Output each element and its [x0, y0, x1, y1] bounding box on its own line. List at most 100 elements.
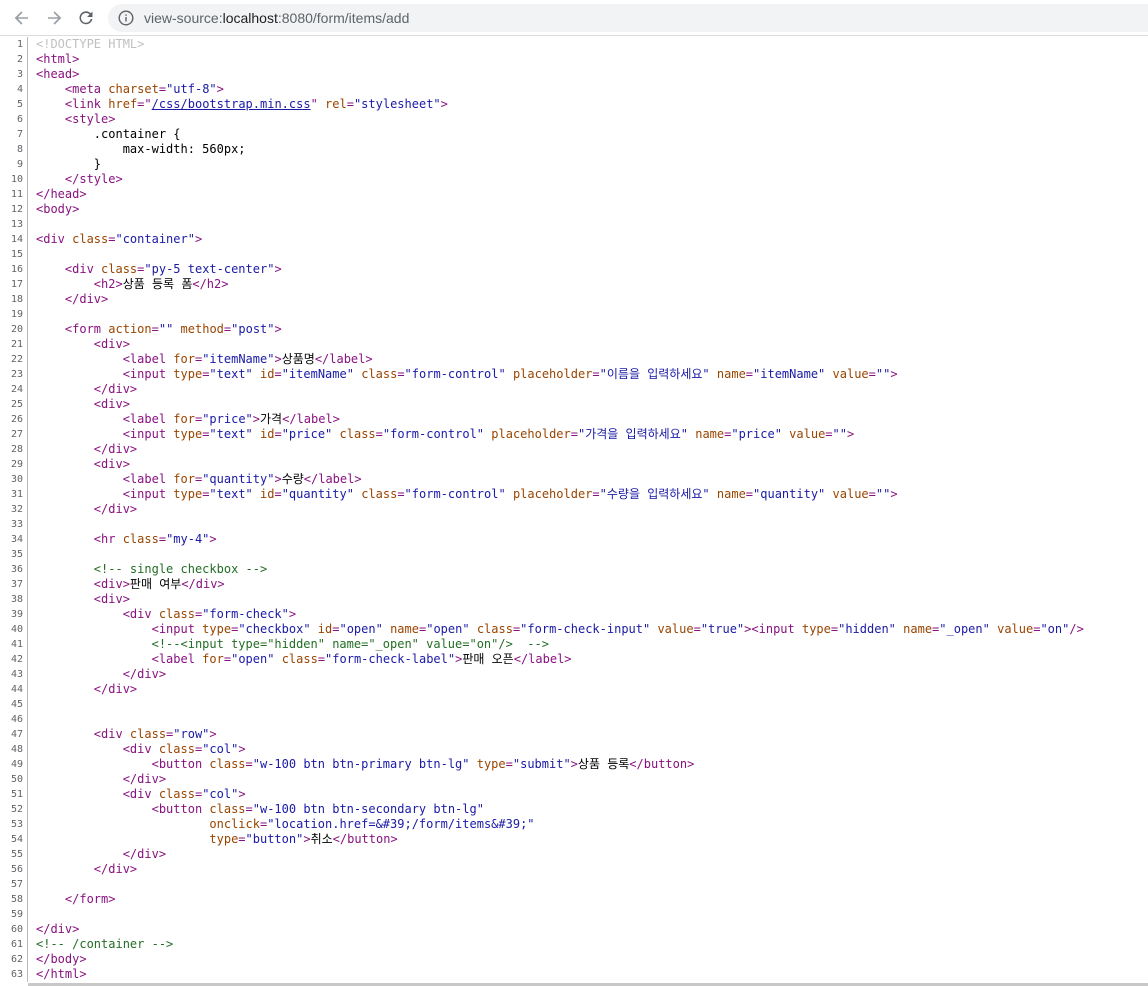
line-number: 1 [0, 37, 28, 52]
line-code: <div> [28, 397, 130, 412]
source-line: 40 <input type="checkbox" id="open" name… [0, 622, 1148, 637]
forward-button[interactable] [42, 6, 66, 30]
line-number: 14 [0, 232, 28, 247]
code-token-tag: </div> [122, 847, 167, 861]
source-line: 13 [0, 217, 1148, 232]
line-number: 39 [0, 607, 28, 622]
code-token-attr: type [173, 367, 203, 381]
line-code: <form action="" method="post"> [28, 322, 282, 337]
line-number: 24 [0, 382, 28, 397]
line-number: 40 [0, 622, 28, 637]
line-code: <hr class="my-4"> [28, 532, 217, 547]
code-token-attr: method [180, 322, 224, 336]
source-line: 30 <label for="quantity">수량</label> [0, 472, 1148, 487]
source-line: 54 type="button">취소</button> [0, 832, 1148, 847]
code-token-tag: = [274, 367, 282, 381]
source-line: 57 [0, 877, 1148, 892]
code-token-tag: <div> [93, 577, 130, 591]
line-number: 35 [0, 547, 28, 562]
line-number: 12 [0, 202, 28, 217]
code-token-tag: = [825, 427, 833, 441]
reload-button[interactable] [74, 6, 98, 30]
source-line: 11 </head> [0, 187, 1148, 202]
line-number: 63 [0, 967, 28, 982]
code-token-tag: </label> [303, 472, 362, 486]
line-number: 11 [0, 187, 28, 202]
code-token-tag: <div [64, 262, 102, 276]
code-token-tag: = [570, 427, 578, 441]
line-number: 28 [0, 442, 28, 457]
code-token-tag: =" [137, 97, 152, 111]
code-token-val: "py-5 text-center" [144, 262, 275, 276]
code-token-tag: </div> [36, 922, 80, 936]
code-token-link[interactable]: /css/bootstrap.min.css [152, 97, 311, 111]
code-token-attr: type [209, 832, 239, 846]
source-line: 22 <label for="itemName">상품명</label> [0, 352, 1148, 367]
source-line: 14 <div class="container"> [0, 232, 1148, 247]
back-button[interactable] [10, 6, 34, 30]
code-token-tag: </button> [629, 757, 695, 771]
code-token-tag: > [570, 757, 578, 771]
line-code: </style> [28, 172, 123, 187]
code-token-tag: </html> [36, 967, 87, 981]
code-token-attr: name [716, 487, 746, 501]
line-code: <input type="text" id="price" class="for… [28, 427, 855, 442]
code-token-val: "stylesheet" [353, 97, 441, 111]
address-bar[interactable]: view-source: localhost:8080/form/items/ad… [108, 4, 1148, 32]
code-token-attr: class [158, 742, 195, 756]
code-token-tag: = [274, 487, 282, 501]
code-token-val: "w-100 btn btn-primary btn-lg" [252, 757, 470, 771]
code-token-comment: <!-- single checkbox --> [93, 562, 268, 576]
code-token-tag [311, 622, 318, 636]
line-number: 54 [0, 832, 28, 847]
line-number: 42 [0, 652, 28, 667]
code-token-tag: = [274, 427, 282, 441]
line-code: .container { [28, 127, 181, 142]
line-code: <input type="checkbox" id="open" name="o… [28, 622, 1084, 637]
code-token-tag: <input [122, 427, 174, 441]
source-line: 26 <label for="price">가격</label> [0, 412, 1148, 427]
code-token-text: 상품 등록 [577, 757, 630, 771]
code-token-tag [506, 487, 513, 501]
code-token-tag: > [238, 787, 246, 801]
code-token-comment: <!--<input type="hidden" name="_open" va… [151, 637, 549, 651]
code-token-attr: for [173, 352, 195, 366]
code-token-tag: > [209, 532, 217, 546]
line-number: 44 [0, 682, 28, 697]
code-token-val: "post" [231, 322, 275, 336]
line-code: <!--<input type="hidden" name="_open" va… [28, 637, 549, 652]
code-token-attr: class [158, 787, 195, 801]
line-code: <label for="price">가격</label> [28, 412, 340, 427]
line-number: 37 [0, 577, 28, 592]
code-token-tag [506, 367, 513, 381]
source-line: 59 [0, 907, 1148, 922]
code-token-tag: <body> [36, 202, 80, 216]
code-token-tag: = [317, 652, 326, 666]
code-token-val: "price" [202, 412, 253, 426]
code-token-tag: </div> [93, 862, 138, 876]
code-token-tag: <div> [93, 592, 130, 606]
info-icon[interactable] [118, 10, 134, 26]
line-number: 41 [0, 637, 28, 652]
source-line: 27 <input type="text" id="price" class="… [0, 427, 1148, 442]
line-code: </div> [28, 502, 137, 517]
source-line: 56 </div> [0, 862, 1148, 877]
code-token-attr: type [173, 427, 203, 441]
line-code: </head> [28, 187, 87, 202]
code-token-val: "이름을 입력하세요" [599, 367, 710, 381]
source-line: 35 [0, 547, 1148, 562]
code-token-tag: = [592, 487, 600, 501]
line-code: </div> [28, 442, 137, 457]
code-token-tag: <label [151, 652, 203, 666]
